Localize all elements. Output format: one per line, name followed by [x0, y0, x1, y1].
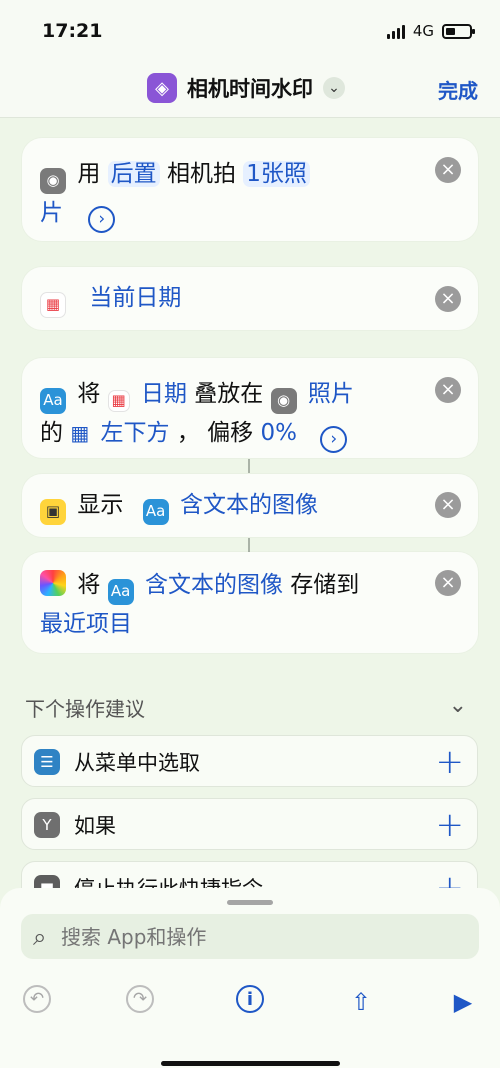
- action-text: 将: [77, 381, 101, 407]
- action-text: 的: [40, 420, 63, 446]
- done-button[interactable]: 完成: [438, 75, 478, 104]
- comma-text: ，: [176, 420, 200, 446]
- network-label: 4G: [412, 22, 434, 40]
- overlay-image-action[interactable]: Aa 将 ▦ 日期 叠放在 ◉ 照片 的 ▦ 左下方 ， 偏移 0% › ×: [22, 358, 478, 458]
- close-icon[interactable]: ×: [435, 570, 461, 596]
- shortcut-title: 相机时间水印: [187, 77, 313, 101]
- photo-token[interactable]: 照片: [308, 381, 354, 407]
- plus-icon[interactable]: +: [436, 742, 465, 782]
- battery-icon: [442, 23, 475, 39]
- share-icon[interactable]: ⇧: [344, 985, 378, 1019]
- close-icon[interactable]: ×: [435, 157, 461, 183]
- chevron-right-icon[interactable]: ›: [320, 426, 348, 453]
- take-photo-text: ◉ 用 后置 相机拍 1张照 片 ›: [40, 155, 420, 233]
- action-search-sheet: ⌕ ↶ ↷ i ⇧ ▶: [0, 888, 500, 1068]
- current-date-token[interactable]: 当前日期: [89, 285, 181, 311]
- camera-icon: ◉: [270, 387, 297, 414]
- recent-items-token[interactable]: 最近项目: [40, 611, 132, 637]
- search-box[interactable]: ⌕: [21, 914, 479, 959]
- photo-token-continued[interactable]: 片: [40, 200, 63, 226]
- save-photo-text: 将 Aa 含文本的图像 存储到 最近项目: [40, 566, 420, 644]
- chevron-right-icon[interactable]: ›: [88, 206, 116, 233]
- show-result-icon: ▣: [40, 498, 66, 525]
- status-indicators: 4G: [386, 22, 475, 40]
- drag-handle[interactable]: [227, 900, 273, 905]
- redo-icon[interactable]: ↷: [126, 985, 154, 1013]
- photo-count-token[interactable]: 1张照: [243, 161, 310, 187]
- status-bar: 17:21 4G: [0, 0, 500, 60]
- chevron-down-icon[interactable]: ⌄: [323, 77, 345, 99]
- calendar-icon: ▦: [40, 291, 66, 318]
- search-icon: ⌕: [33, 923, 47, 951]
- camera-icon: ◉: [40, 167, 66, 194]
- status-time: 17:21: [42, 20, 103, 42]
- menu-icon: ☰: [34, 749, 60, 775]
- suggestion-choose-from-menu[interactable]: ☰ 从菜单中选取 +: [21, 735, 478, 787]
- suggestions-title: 下个操作建议: [25, 697, 145, 721]
- show-result-action[interactable]: ▣ 显示 Aa 含文本的图像 ×: [22, 474, 478, 537]
- shortcut-icon: ◈: [147, 73, 177, 103]
- show-result-text: ▣ 显示 Aa 含文本的图像: [40, 486, 420, 525]
- take-photo-action[interactable]: ◉ 用 后置 相机拍 1张照 片 › ×: [22, 138, 478, 241]
- suggestion-label: 如果: [74, 814, 116, 838]
- close-icon[interactable]: ×: [435, 286, 461, 312]
- photos-app-icon: [40, 570, 66, 596]
- grid-position-icon: ▦: [70, 421, 90, 445]
- suggestion-if[interactable]: Y 如果 +: [21, 798, 478, 850]
- current-date-text: ▦ 当前日期: [40, 279, 420, 318]
- chevron-down-icon[interactable]: ⌄: [449, 693, 467, 718]
- offset-label: 偏移: [207, 420, 254, 446]
- branch-icon: Y: [34, 812, 60, 838]
- home-indicator: [161, 1061, 340, 1066]
- action-text: 用: [77, 161, 101, 187]
- image-with-text-token[interactable]: 含文本的图像: [180, 492, 318, 518]
- action-text: 相机拍: [166, 161, 236, 187]
- shortcut-title-button[interactable]: ◈ 相机时间水印 ⌄: [147, 73, 345, 103]
- text-image-icon: Aa: [40, 387, 66, 414]
- offset-token[interactable]: 0%: [260, 420, 297, 446]
- image-with-text-token[interactable]: 含文本的图像: [145, 572, 283, 598]
- close-icon[interactable]: ×: [435, 377, 461, 403]
- overlay-image-text: Aa 将 ▦ 日期 叠放在 ◉ 照片 的 ▦ 左下方 ， 偏移 0% ›: [40, 375, 420, 453]
- rear-camera-token[interactable]: 后置: [107, 161, 160, 187]
- navigation-bar: ◈ 相机时间水印 ⌄ 完成: [0, 60, 500, 118]
- action-text: 显示: [77, 492, 124, 518]
- calendar-icon: ▦: [107, 389, 130, 412]
- current-date-action[interactable]: ▦ 当前日期 ×: [22, 267, 478, 330]
- action-connector: [248, 538, 250, 552]
- action-text: 将: [77, 572, 101, 598]
- signal-icon: [386, 23, 405, 39]
- close-icon[interactable]: ×: [435, 492, 461, 518]
- suggestion-label: 从菜单中选取: [74, 751, 200, 775]
- date-token[interactable]: 日期: [141, 381, 187, 407]
- action-text: 叠放在: [194, 381, 264, 407]
- text-image-icon: Aa: [142, 498, 169, 525]
- position-token[interactable]: 左下方: [101, 420, 170, 446]
- search-input[interactable]: [61, 923, 451, 951]
- action-connector: [248, 459, 250, 473]
- save-photo-action[interactable]: 将 Aa 含文本的图像 存储到 最近项目 ×: [22, 552, 478, 653]
- play-icon[interactable]: ▶: [446, 985, 480, 1019]
- action-text: 存储到: [290, 572, 360, 598]
- undo-icon[interactable]: ↶: [23, 985, 51, 1013]
- plus-icon[interactable]: +: [436, 805, 465, 845]
- info-icon[interactable]: i: [236, 985, 264, 1013]
- text-image-icon: Aa: [107, 578, 134, 605]
